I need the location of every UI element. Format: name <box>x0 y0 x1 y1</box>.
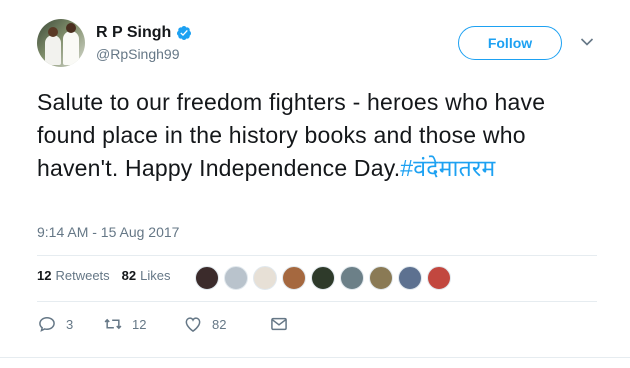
avatar[interactable] <box>37 19 85 67</box>
retweets-stat[interactable]: 12 Retweets <box>37 268 110 283</box>
likes-label: Likes <box>140 268 171 283</box>
divider <box>37 301 597 302</box>
reply-count: 3 <box>66 316 74 332</box>
liker-avatar[interactable] <box>427 266 451 290</box>
liker-avatar[interactable] <box>224 266 248 290</box>
envelope-icon <box>271 317 287 331</box>
liker-avatar[interactable] <box>398 266 422 290</box>
tweet-card: R P Singh @RpSingh99 Follow Salute to ou… <box>0 0 630 368</box>
tweet-stats: 12 Retweets 82 Likes <box>37 268 183 283</box>
likes-count: 82 <box>121 268 137 283</box>
reply-button[interactable]: 3 <box>37 314 103 334</box>
liker-avatars <box>195 266 456 290</box>
retweets-label: Retweets <box>55 268 110 283</box>
liker-avatar[interactable] <box>340 266 364 290</box>
retweet-icon <box>104 318 122 330</box>
divider <box>0 357 630 358</box>
display-name[interactable]: R P Singh <box>96 24 171 42</box>
retweet-button[interactable]: 12 <box>103 314 183 334</box>
liker-avatar[interactable] <box>195 266 219 290</box>
tweet-actions: 3 12 82 <box>37 314 289 334</box>
heart-icon <box>185 317 201 332</box>
reply-icon <box>39 316 55 332</box>
tweet-timestamp[interactable]: 9:14 AM - 15 Aug 2017 <box>37 224 179 240</box>
liker-avatar[interactable] <box>282 266 306 290</box>
direct-message-button[interactable] <box>269 314 289 334</box>
like-count: 82 <box>212 316 227 332</box>
chevron-down-icon[interactable] <box>580 37 594 47</box>
likes-stat[interactable]: 82 Likes <box>122 268 171 283</box>
name-row: R P Singh <box>96 24 192 42</box>
retweet-count: 12 <box>132 316 147 332</box>
liker-avatar[interactable] <box>311 266 335 290</box>
liker-avatar[interactable] <box>253 266 277 290</box>
user-handle[interactable]: @RpSingh99 <box>96 46 180 62</box>
like-button[interactable]: 82 <box>183 314 269 334</box>
liker-avatar[interactable] <box>369 266 393 290</box>
hashtag-link[interactable]: #वंदेमातरम <box>400 155 495 181</box>
verified-badge-icon <box>177 26 192 40</box>
follow-button[interactable]: Follow <box>458 26 562 60</box>
retweets-count: 12 <box>37 268 52 283</box>
tweet-text: Salute to our freedom fighters - heroes … <box>37 86 607 185</box>
divider <box>37 255 597 256</box>
